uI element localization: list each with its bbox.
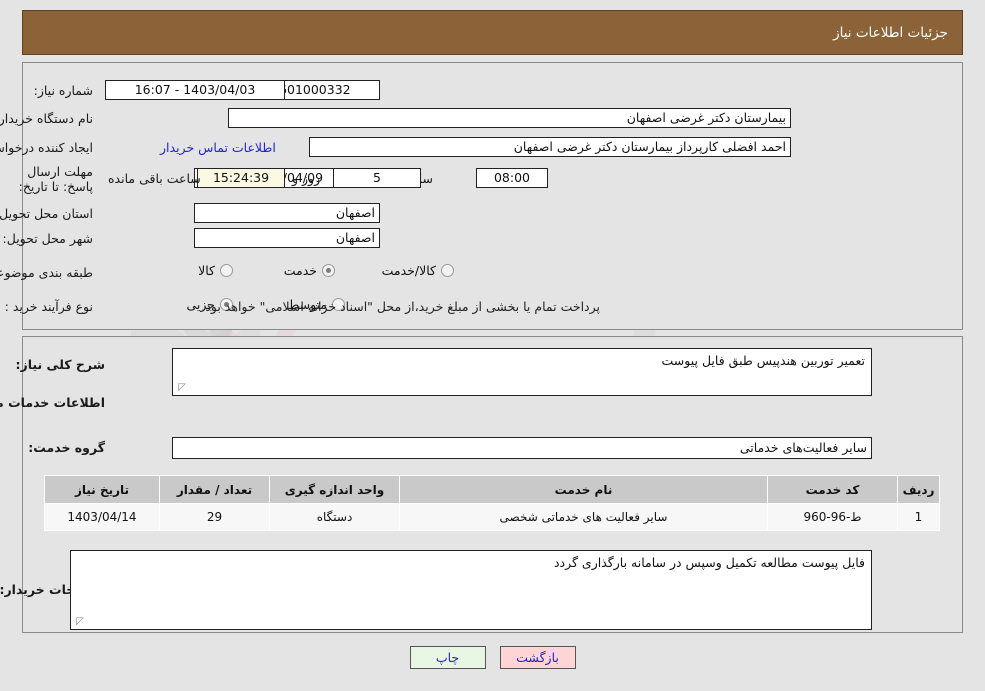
province-label: استان محل تحویل:	[0, 206, 93, 221]
th-date: تاریخ نیاز	[44, 475, 160, 504]
buyer-contact-link[interactable]: اطلاعات تماس خریدار	[160, 140, 276, 155]
page-header: جزئیات اطلاعات نیاز	[22, 10, 963, 55]
back-button[interactable]: بازگشت	[499, 646, 576, 669]
cell-date: 1403/04/14	[44, 503, 160, 531]
th-unit: واحد اندازه گیری	[269, 475, 400, 504]
cell-unit: دستگاه	[269, 503, 400, 531]
need-number-label: شماره نیاز:	[33, 83, 93, 98]
service-group-label: گروه خدمت:	[28, 440, 105, 455]
deadline-time-field[interactable]: 08:00	[476, 168, 548, 188]
radio-icon[interactable]	[220, 264, 233, 277]
th-row: ردیف	[897, 475, 940, 504]
need-info-panel	[22, 62, 963, 330]
page-root: AriaTender .net ar 1 جزئیات اطلاعات نیاز…	[0, 0, 985, 691]
buyer-notes-text: فایل پیوست مطالعه تکمیل وسپس در سامانه ب…	[553, 555, 865, 570]
action-buttons: بازگشت چاپ	[0, 646, 985, 669]
creator-field[interactable]: احمد افضلی کارپرداز بیمارستان دکتر غرضی …	[309, 137, 791, 157]
table-row: 1 ط-96-960 سایر فعالیت های خدماتی شخصی د…	[44, 503, 940, 531]
buyer-org-field[interactable]: بیمارستان دکتر غرضی اصفهان	[228, 108, 791, 128]
city-label: شهر محل تحویل:	[2, 231, 93, 246]
page-title: جزئیات اطلاعات نیاز	[833, 24, 948, 41]
radio-label: خدمت	[283, 263, 317, 278]
radio-icon[interactable]	[441, 264, 454, 277]
buyer-org-label: نام دستگاه خریدار:	[0, 111, 93, 126]
th-code: کد خدمت	[767, 475, 898, 504]
need-description-label: شرح کلی نیاز:	[15, 357, 105, 372]
radio-label: کالا	[198, 263, 215, 278]
resize-grip-icon[interactable]: ◸	[74, 617, 84, 627]
creator-label: ایجاد کننده درخواست:	[0, 140, 93, 155]
services-table: ردیف کد خدمت نام خدمت واحد اندازه گیری ت…	[44, 475, 940, 531]
process-label: نوع فرآیند خرید :	[4, 299, 93, 314]
category-label: طبقه بندی موضوعی:	[0, 265, 93, 280]
radio-category-kala-khedmat[interactable]: کالا/خدمت	[382, 263, 454, 278]
need-description-text: تعمیر توربین هندپیس طبق فایل پیوست	[661, 353, 865, 368]
services-heading: اطلاعات خدمات مورد نیاز	[0, 395, 105, 410]
remaining-hours-label: ساعت باقی مانده	[108, 171, 201, 186]
radio-icon[interactable]	[322, 264, 335, 277]
radio-category-khedmat[interactable]: خدمت	[284, 263, 335, 278]
buyer-notes-textarea[interactable]: فایل پیوست مطالعه تکمیل وسپس در سامانه ب…	[70, 550, 872, 630]
table-header-row: ردیف کد خدمت نام خدمت واحد اندازه گیری ت…	[44, 475, 940, 504]
city-field[interactable]: اصفهان	[194, 228, 380, 248]
days-unit-label: روز و	[292, 171, 321, 186]
radio-category-kala[interactable]: کالا	[198, 263, 233, 278]
cell-quantity: 29	[159, 503, 270, 531]
cell-row: 1	[897, 503, 940, 531]
radio-label: کالا/خدمت	[381, 263, 436, 278]
cell-name: سایر فعالیت های خدماتی شخصی	[399, 503, 768, 531]
th-name: نام خدمت	[399, 475, 768, 504]
payment-note: پرداخت تمام یا بخشی از مبلغ خرید،از محل …	[201, 299, 600, 314]
remaining-days-field[interactable]: 5	[333, 168, 421, 188]
need-description-textarea[interactable]: تعمیر توربین هندپیس طبق فایل پیوست ◸	[172, 348, 872, 396]
countdown-field: 15:24:39	[197, 168, 285, 188]
cell-code: ط-96-960	[767, 503, 898, 531]
service-group-field[interactable]: سایر فعالیت‌های خدماتی	[172, 437, 872, 459]
deadline-label: مهلت ارسال پاسخ: تا تاریخ:	[18, 164, 93, 194]
announce-datetime-field[interactable]: 1403/04/03 - 16:07	[105, 80, 285, 100]
print-button[interactable]: چاپ	[409, 646, 486, 669]
th-quantity: تعداد / مقدار	[159, 475, 270, 504]
province-field[interactable]: اصفهان	[194, 203, 380, 223]
resize-grip-icon[interactable]: ◸	[176, 383, 186, 393]
